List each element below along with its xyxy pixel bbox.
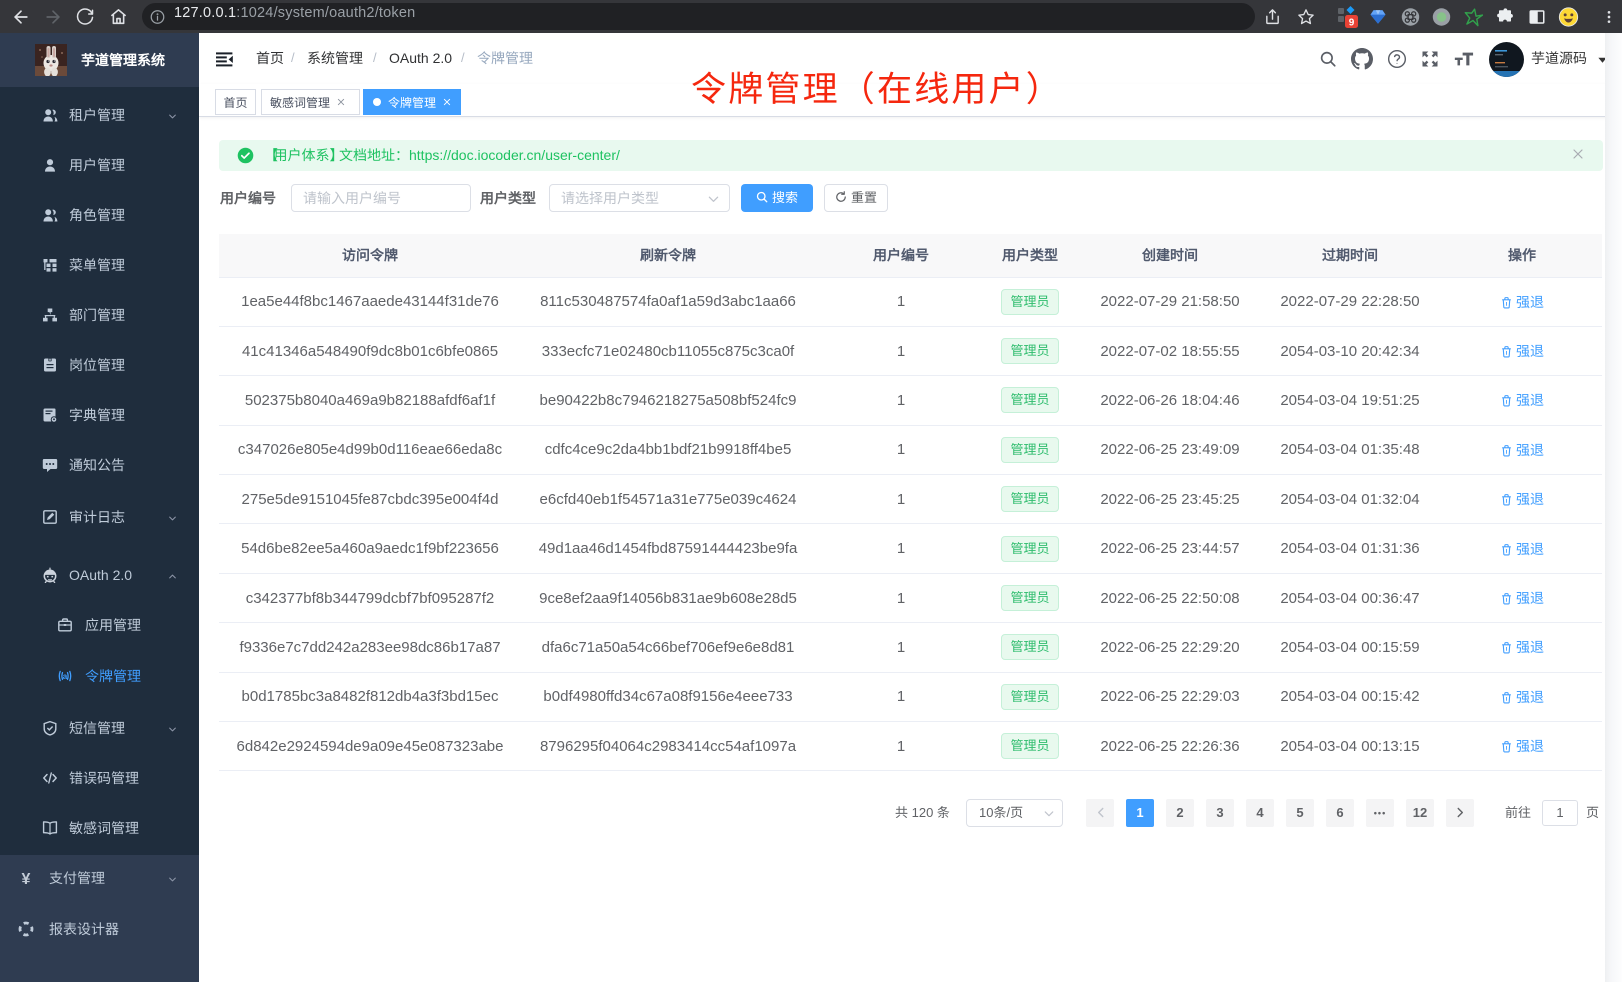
svg-text:a: a [63,672,68,681]
svg-text:9: 9 [1349,17,1355,28]
svg-text:¥: ¥ [22,871,31,886]
